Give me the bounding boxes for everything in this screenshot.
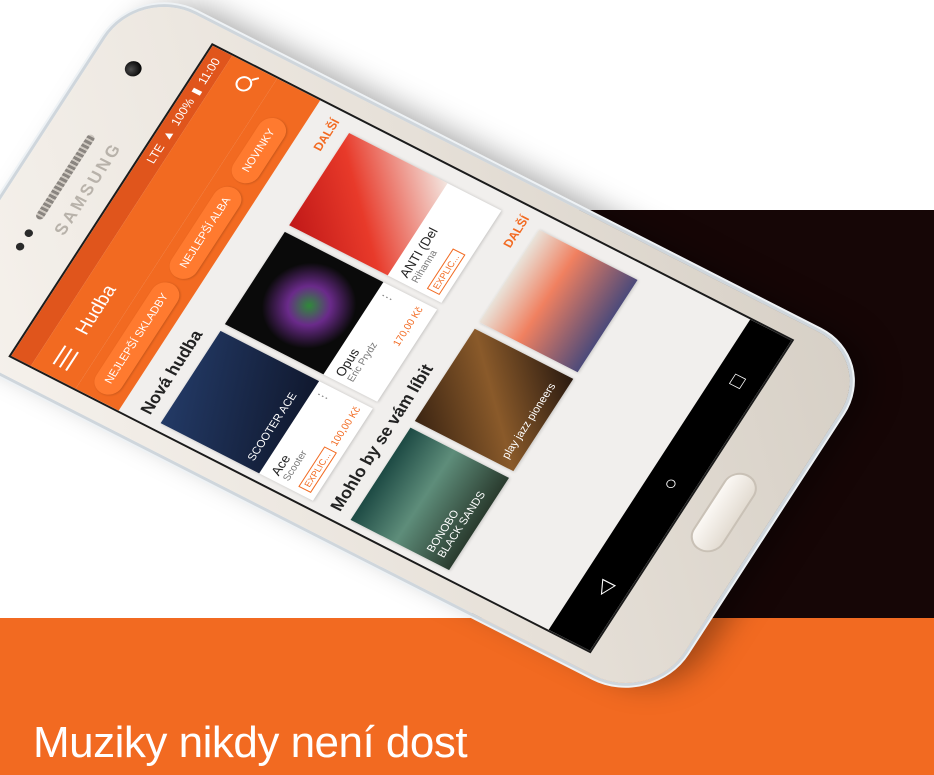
cover-text: play jazz pioneers [499,381,559,461]
signal-icon: ▲ [158,126,178,143]
hamburger-menu-icon[interactable] [52,345,79,371]
back-icon[interactable]: ◁ [588,576,619,600]
recents-icon[interactable]: □ [724,371,751,392]
sensor-dot [23,228,35,239]
more-link[interactable]: DALŠÍ [310,117,342,154]
front-camera [121,58,145,80]
battery-icon: ▮ [188,85,205,98]
phone-screen: LTE ▲ 100% ▮ 11:00 Hudba NEJLEPŠÍ SKLADB… [8,43,795,654]
cover-text: BONOBO BLACK SANDS [424,489,489,560]
more-link[interactable]: DALŠÍ [500,213,532,250]
sensor-dot [14,241,26,252]
banner-headline: Muziky nikdy není dost [33,718,468,767]
home-icon[interactable]: ○ [657,473,684,494]
